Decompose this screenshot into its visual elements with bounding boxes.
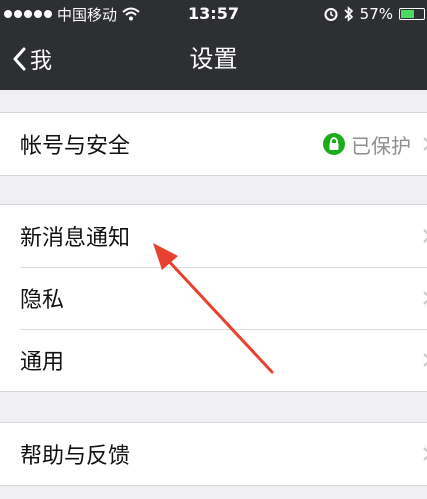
chevron-right-icon (423, 229, 427, 243)
settings-item-account-security[interactable]: 帐号与安全 已保护 (0, 113, 427, 175)
battery-fill (401, 10, 414, 18)
battery-percent: 57% (359, 5, 393, 23)
settings-item-general[interactable]: 通用 (0, 329, 427, 391)
settings-item-new-message-notification[interactable]: 新消息通知 (0, 205, 427, 267)
settings-group-general: 新消息通知 隐私 通用 (0, 204, 427, 392)
chevron-right-icon (423, 353, 427, 367)
navigation-bar: 我 设置 (0, 28, 427, 90)
settings-item-privacy[interactable]: 隐私 (0, 267, 427, 329)
settings-item-label: 新消息通知 (20, 226, 131, 251)
settings-group-account: 帐号与安全 已保护 (0, 112, 427, 176)
page-title: 设置 (189, 45, 238, 73)
chevron-right-icon (423, 291, 427, 305)
chevron-right-icon (423, 447, 427, 461)
settings-item-label: 隐私 (20, 288, 65, 313)
settings-item-label: 帐号与安全 (20, 134, 131, 159)
protection-status-text: 已保护 (351, 133, 411, 158)
settings-item-help-feedback[interactable]: 帮助与反馈 (0, 423, 427, 485)
bluetooth-icon (344, 6, 353, 22)
chevron-right-icon (423, 137, 427, 151)
lock-icon (323, 133, 345, 155)
settings-item-label: 帮助与反馈 (20, 444, 131, 469)
status-bar: 中国移动 13:57 57% (0, 0, 427, 28)
account-status: 已保护 (323, 113, 411, 175)
settings-group-help: 帮助与反馈 (0, 422, 427, 486)
settings-item-label: 通用 (20, 350, 65, 375)
status-right: 57% (324, 4, 425, 24)
alarm-icon (324, 8, 338, 21)
battery-icon (399, 8, 425, 20)
